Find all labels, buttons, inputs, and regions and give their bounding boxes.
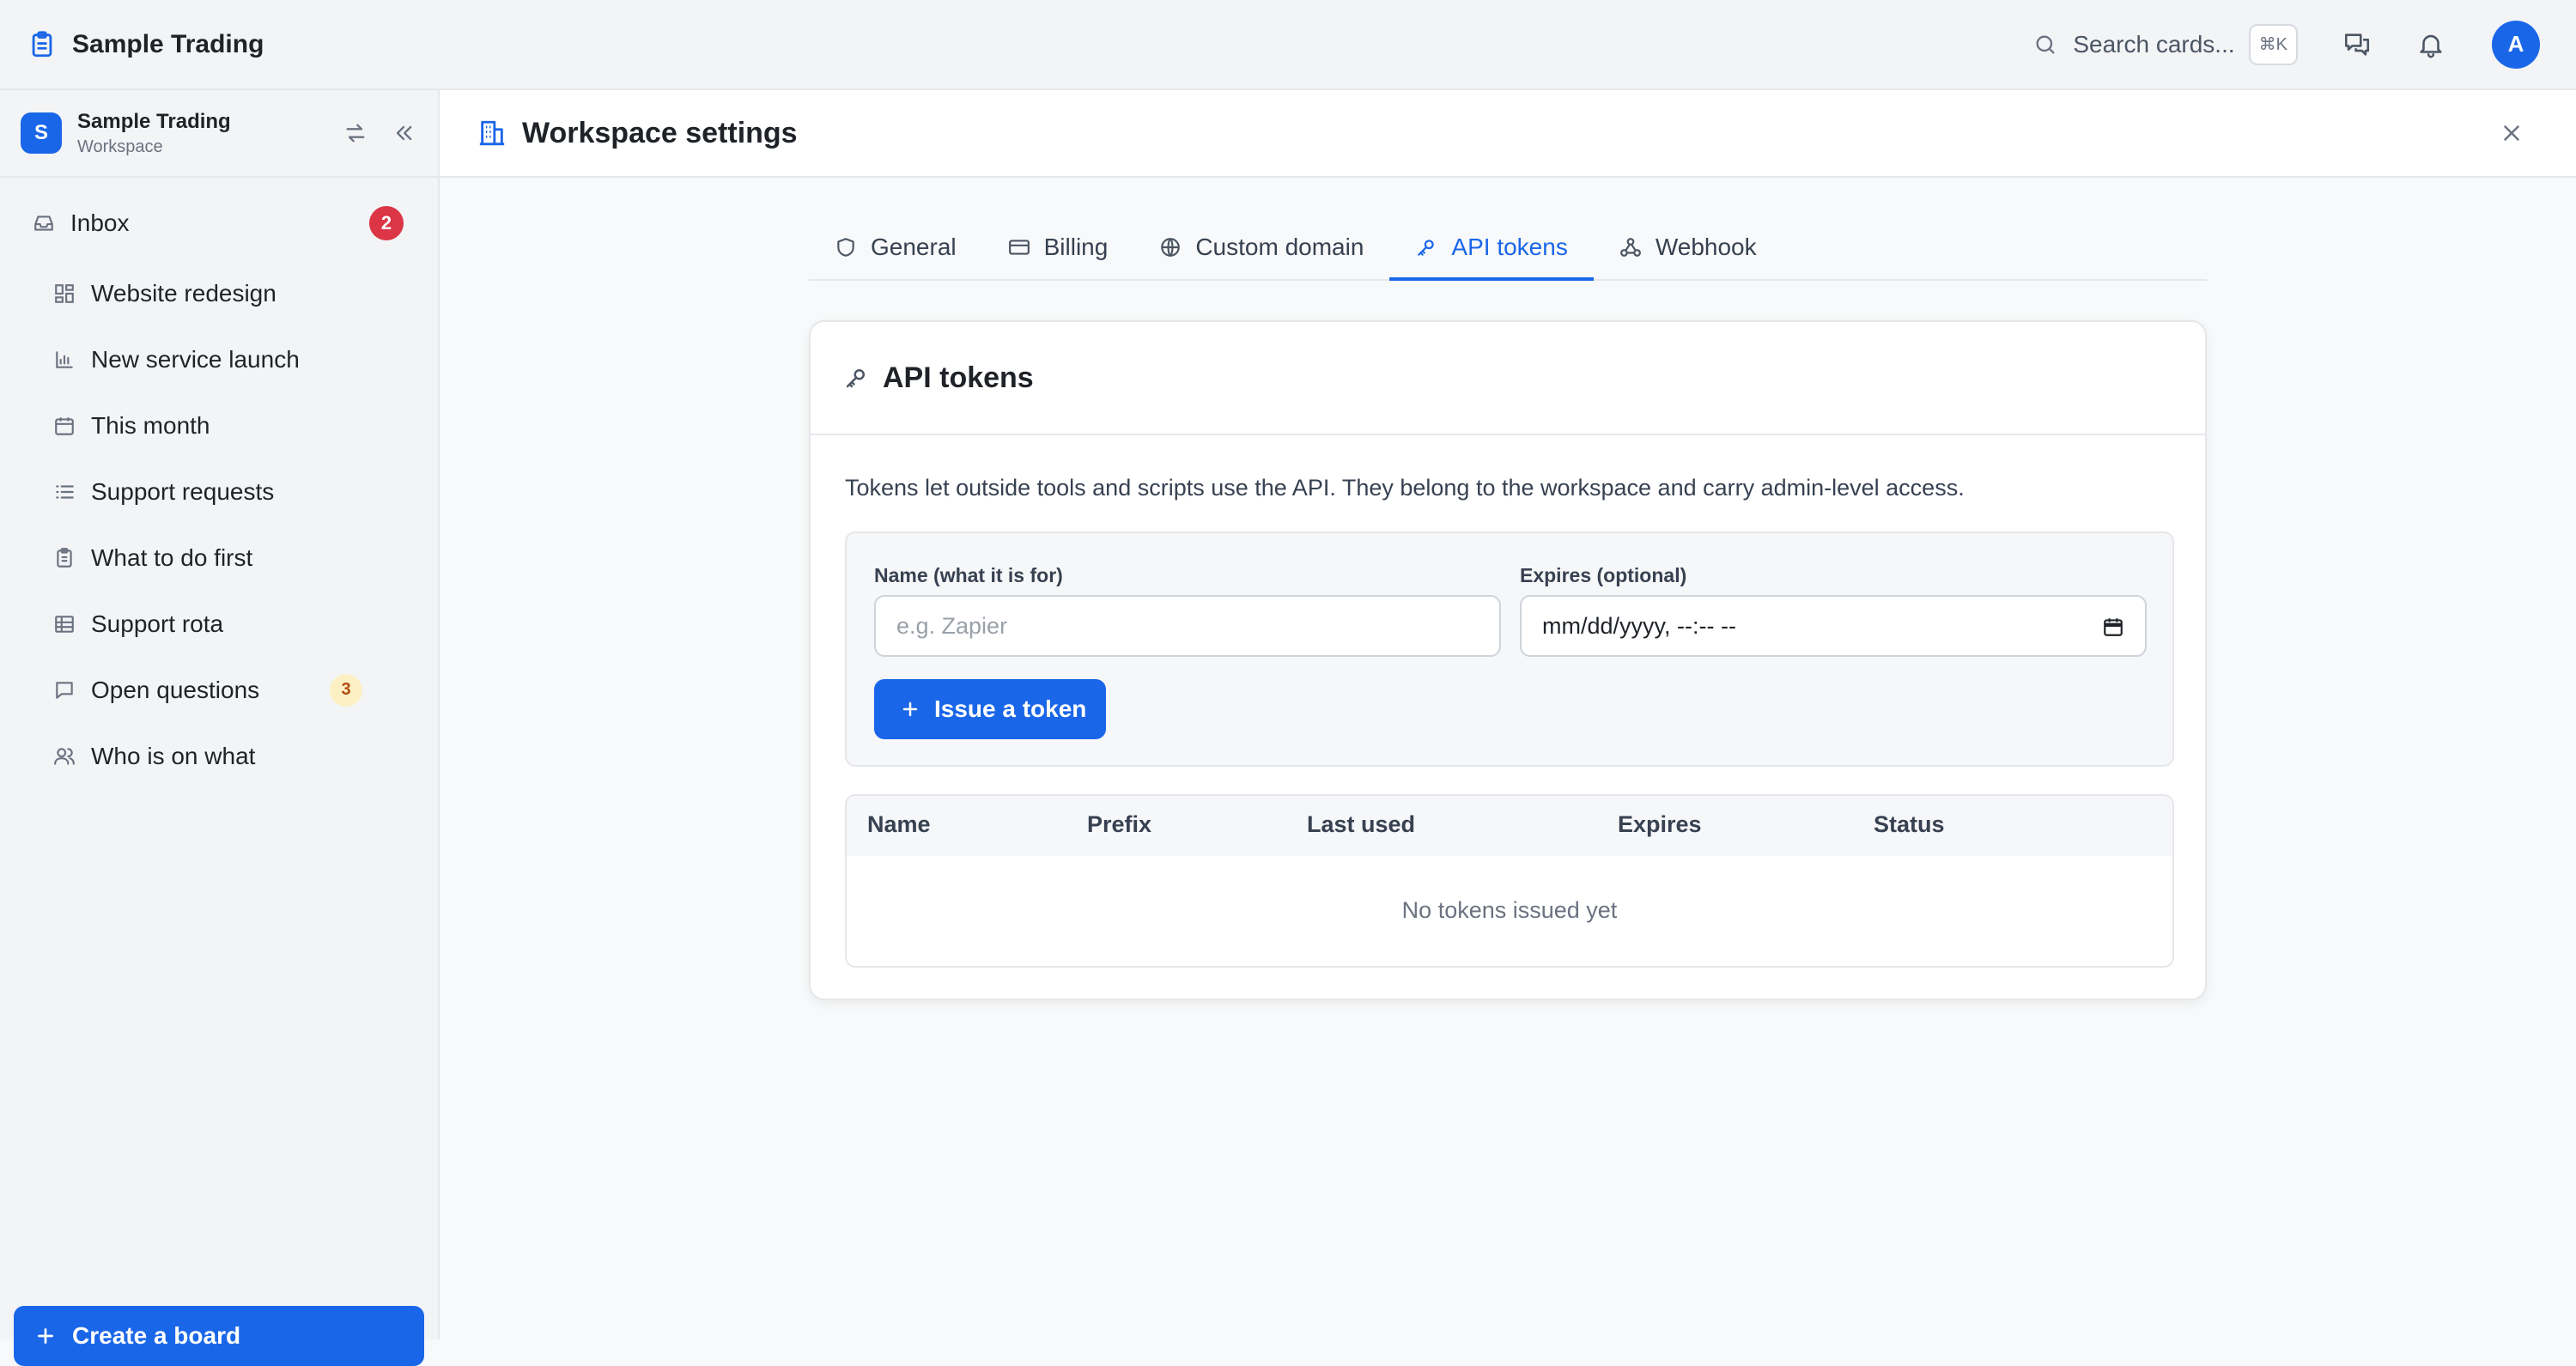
empty-state-text: No tokens issued yet (1401, 897, 1618, 923)
search-icon (2033, 33, 2057, 57)
globe-icon (1159, 236, 1182, 258)
expires-value: mm/dd/yyyy, --:-- -- (1542, 612, 1736, 639)
calendar-icon (53, 415, 76, 437)
column-header-prefix: Prefix (1087, 811, 1152, 837)
tab-api-tokens[interactable]: API tokens (1389, 216, 1595, 281)
sidebar-item-website-redesign[interactable]: Website redesign (0, 260, 438, 326)
sidebar-item-label: Website redesign (91, 279, 276, 307)
sidebar-item-who-is-on-what[interactable]: Who is on what (0, 723, 438, 789)
sidebar-item-new-service-launch[interactable]: New service launch (0, 326, 438, 392)
tab-custom-domain[interactable]: Custom domain (1133, 216, 1389, 279)
sidebar-item-support-rota[interactable]: Support rota (0, 591, 438, 657)
chart-icon (53, 349, 76, 371)
column-header-status: Status (1874, 811, 1945, 837)
workspace-header: S Sample Trading Workspace (0, 90, 438, 178)
tab-label: General (871, 234, 957, 260)
column-header-last-used: Last used (1307, 811, 1416, 837)
search-input[interactable]: Search cards... ⌘K (2033, 23, 2298, 65)
plus-icon (34, 1325, 57, 1347)
tokens-table: Name Prefix Last used Expires Status No … (845, 794, 2174, 968)
tab-label: Billing (1043, 234, 1109, 260)
collapse-sidebar-icon[interactable] (392, 121, 416, 145)
dashboard-grid-icon (53, 282, 76, 305)
create-board-button[interactable]: Create a board (14, 1306, 424, 1366)
sidebar: S Sample Trading Workspace Inbox 2 Websi… (0, 90, 440, 1366)
sidebar-item-label: Support rota (91, 610, 224, 637)
shield-icon (835, 236, 857, 258)
user-avatar[interactable]: A (2492, 20, 2540, 69)
workspace-type: Workspace (77, 137, 163, 156)
tab-general[interactable]: General (809, 216, 982, 279)
sidebar-item-label: Who is on what (91, 742, 256, 769)
card-title: API tokens (883, 361, 1034, 394)
sidebar-item-support-requests[interactable]: Support requests (0, 458, 438, 525)
switch-workspace-icon[interactable] (343, 121, 368, 145)
list-icon (53, 481, 76, 503)
tab-webhook[interactable]: Webhook (1594, 216, 1783, 279)
column-header-expires: Expires (1618, 811, 1702, 837)
sidebar-item-label: This month (91, 411, 210, 439)
key-icon (1415, 236, 1437, 258)
expires-field-label: Expires (optional) (1520, 564, 1687, 586)
main-panel: Workspace settings General Billing Custo… (440, 90, 2576, 1339)
sidebar-item-what-to-do-first[interactable]: What to do first (0, 525, 438, 591)
api-tokens-card: API tokens Tokens let outside tools and … (809, 320, 2207, 1000)
users-icon (53, 745, 76, 768)
sidebar-nav: Inbox 2 Website redesign New service lau… (0, 178, 438, 789)
bell-icon[interactable] (2416, 30, 2445, 59)
building-icon (477, 118, 507, 148)
sidebar-item-this-month[interactable]: This month (0, 392, 438, 458)
tab-label: Webhook (1655, 234, 1757, 260)
issue-token-label: Issue a token (934, 695, 1087, 722)
top-bar: Sample Trading Search cards... ⌘K A (0, 0, 2576, 90)
brand[interactable]: Sample Trading (27, 30, 264, 59)
sidebar-item-inbox[interactable]: Inbox 2 (0, 186, 438, 260)
sidebar-item-label: Inbox (70, 209, 130, 236)
clipboard-icon (27, 30, 57, 59)
settings-tabs: General Billing Custom domain API tokens… (809, 217, 2207, 281)
workspace-avatar: S (21, 112, 62, 154)
name-field-label: Name (what it is for) (874, 564, 1063, 586)
close-icon[interactable] (2499, 120, 2524, 146)
table-header: Name Prefix Last used Expires Status (847, 796, 2172, 856)
credit-card-icon (1008, 236, 1030, 258)
sidebar-item-label: What to do first (91, 543, 253, 571)
plus-icon (900, 699, 920, 719)
tab-label: API tokens (1451, 234, 1568, 260)
webhook-icon (1619, 236, 1642, 258)
tab-billing[interactable]: Billing (982, 216, 1134, 279)
messages-icon[interactable] (2342, 30, 2372, 59)
clipboard-icon (53, 547, 76, 569)
issue-token-button[interactable]: Issue a token (874, 679, 1106, 739)
page-title: Workspace settings (522, 116, 798, 149)
table-icon (53, 613, 76, 635)
inbox-count-badge: 2 (369, 206, 404, 240)
card-description: Tokens let outside tools and scripts use… (845, 475, 1965, 501)
card-header: API tokens (811, 322, 2205, 435)
create-board-label: Create a board (72, 1322, 241, 1349)
search-placeholder: Search cards... (2073, 30, 2235, 58)
workspace-name: Sample Trading (77, 109, 231, 133)
column-header-name: Name (867, 811, 931, 837)
calendar-picker-icon[interactable] (2102, 616, 2124, 638)
inbox-icon (33, 212, 55, 234)
tab-label: Custom domain (1195, 234, 1364, 260)
sidebar-item-label: Support requests (91, 477, 275, 505)
token-name-input[interactable]: e.g. Zapier (874, 595, 1501, 657)
sidebar-item-open-questions[interactable]: Open questions 3 (0, 657, 438, 723)
sidebar-item-label: Open questions (91, 676, 260, 703)
chat-bubble-icon (53, 679, 76, 701)
expires-datetime-input[interactable]: mm/dd/yyyy, --:-- -- (1520, 595, 2147, 657)
search-shortcut: ⌘K (2248, 23, 2298, 65)
open-questions-count-badge: 3 (330, 673, 362, 707)
app-title: Sample Trading (72, 29, 264, 58)
issue-token-form: Name (what it is for) Expires (optional)… (845, 531, 2174, 767)
key-icon (843, 365, 869, 391)
settings-header: Workspace settings (440, 90, 2576, 178)
sidebar-item-label: New service launch (91, 345, 300, 373)
